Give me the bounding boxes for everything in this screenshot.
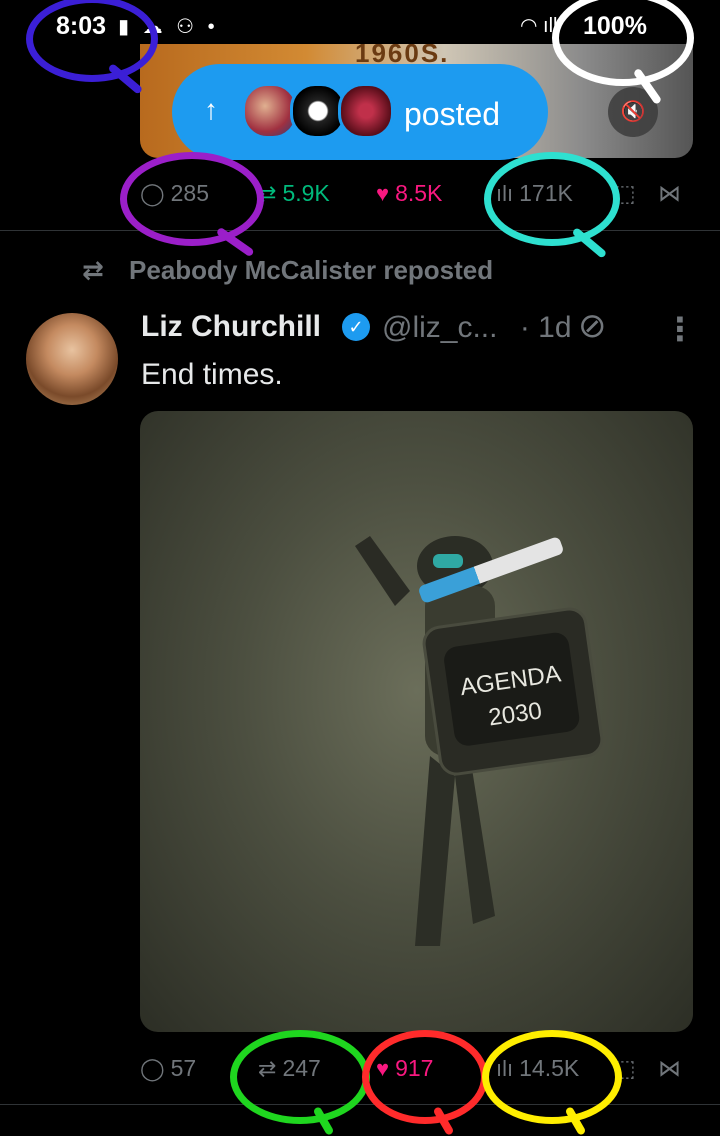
tweet-text: End times. (141, 358, 283, 391)
annotation-ring-likes (362, 1030, 488, 1124)
reply-icon: ◯ (140, 1055, 165, 1081)
arrow-up-icon: ↑ (204, 94, 218, 125)
repost-count: 5.9K (282, 180, 330, 206)
share-icon[interactable]: ⋈ (658, 180, 681, 207)
repost-icon: ⇄ (82, 255, 104, 285)
annotation-ring-views (484, 152, 620, 246)
new-posts-pill[interactable]: ↑ posted (172, 64, 548, 160)
like-count: 8.5K (395, 180, 443, 206)
divider (0, 230, 720, 231)
annotation-ring-reposts (230, 1030, 370, 1124)
author-name[interactable]: Liz Churchill (141, 310, 321, 344)
annotation-ring-replies (120, 152, 264, 246)
share-icon[interactable]: ⋈ (658, 1055, 681, 1082)
tweet-image[interactable]: AGENDA 2030 (140, 411, 693, 1032)
grok-icon[interactable]: ⊘ (578, 306, 607, 346)
heart-icon: ♥ (376, 180, 390, 206)
repost-button[interactable]: ⇄ 5.9K (258, 180, 330, 207)
tv-screen: AGENDA 2030 (442, 630, 582, 748)
like-button[interactable]: ♥ 8.5K (376, 180, 442, 207)
reply-count: 57 (170, 1055, 197, 1081)
posted-label: posted (404, 96, 501, 132)
avatar (338, 83, 394, 139)
divider (0, 1104, 720, 1105)
post-age: · 1d (519, 311, 572, 344)
author-handle: @liz_c... (382, 311, 498, 344)
more-options-icon[interactable]: ⋮ (664, 310, 696, 348)
repost-context[interactable]: ⇄ Peabody McCalister reposted (82, 255, 493, 286)
annotation-ring-time (26, 0, 158, 82)
author-handle-and-age[interactable]: @liz_c... · 1d (382, 311, 572, 345)
annotation-ring-views (482, 1030, 622, 1124)
repost-context-label: Peabody McCalister reposted (129, 255, 494, 285)
tv-box: AGENDA 2030 (420, 605, 606, 778)
avatar[interactable] (26, 313, 118, 405)
verified-badge-icon: ✓ (342, 313, 370, 341)
reply-button[interactable]: ◯ 57 (140, 1055, 196, 1082)
